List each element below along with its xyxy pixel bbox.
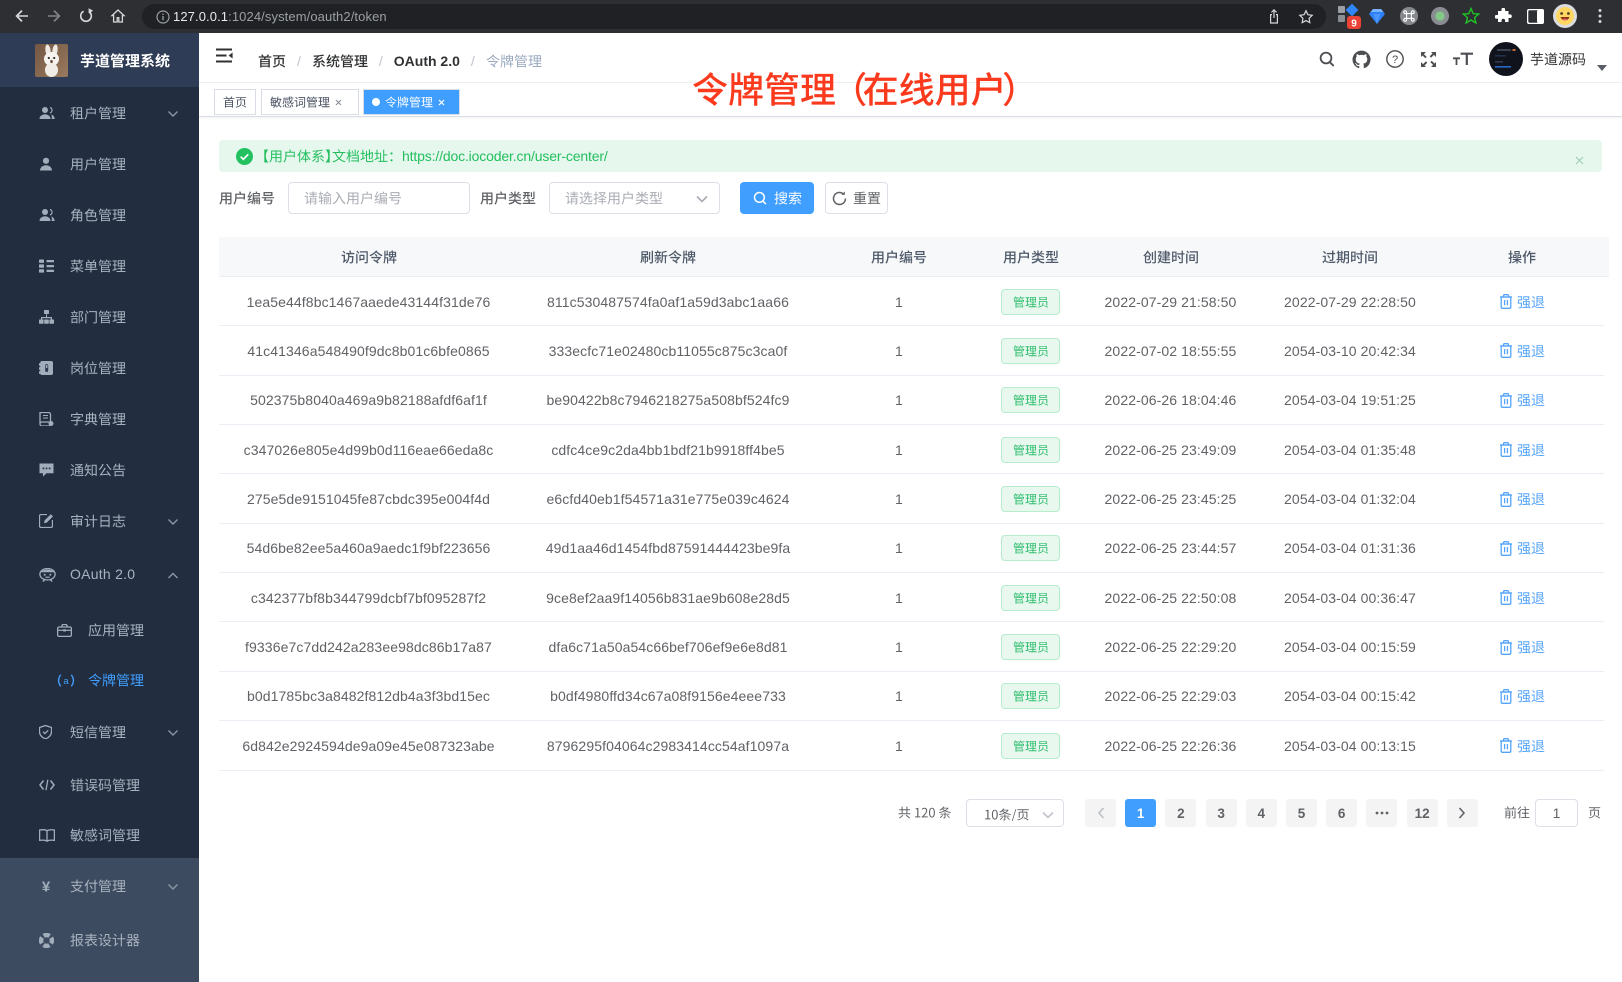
svg-text:¥: ¥ xyxy=(42,879,51,893)
svg-text:a: a xyxy=(63,676,69,687)
svg-text:9: 9 xyxy=(1351,19,1357,30)
svg-text:?: ? xyxy=(1392,54,1398,66)
